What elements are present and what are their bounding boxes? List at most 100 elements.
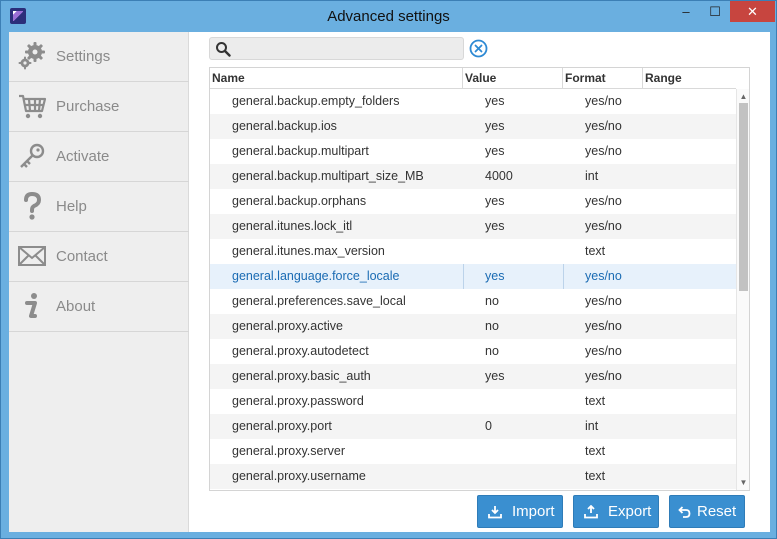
- cell-value: yes: [485, 144, 505, 158]
- import-button-label: Import: [512, 503, 555, 520]
- sidebar-item-label: Help: [56, 198, 87, 215]
- column-separator: [563, 264, 564, 289]
- table-row[interactable]: general.proxy.password text: [210, 389, 736, 414]
- question-icon: [24, 191, 42, 220]
- cell-value: 4000: [485, 169, 513, 183]
- search-box[interactable]: [209, 37, 464, 60]
- cell-format: yes/no: [585, 119, 622, 133]
- cell-name: general.itunes.lock_itl: [232, 219, 353, 233]
- cell-name: general.backup.ios: [232, 119, 337, 133]
- table-row[interactable]: general.language.force_locale yes yes/no: [210, 264, 736, 289]
- scroll-down-icon[interactable]: ▼: [738, 477, 749, 488]
- cell-format: int: [585, 169, 599, 183]
- cell-name: general.backup.multipart: [232, 144, 369, 158]
- cell-range: [645, 239, 725, 264]
- cell-value: yes: [485, 94, 505, 108]
- scroll-thumb[interactable]: [739, 103, 748, 291]
- table-row[interactable]: general.proxy.port 0 int: [210, 414, 736, 439]
- search-input[interactable]: [236, 40, 460, 57]
- sidebar-item-label: Activate: [56, 148, 110, 165]
- sidebar-item-label: About: [56, 298, 96, 315]
- cell-format: yes/no: [585, 269, 622, 283]
- cell-format: text: [585, 244, 606, 258]
- cell-value: 0: [485, 419, 492, 433]
- export-button[interactable]: Export: [573, 495, 659, 528]
- cell-range: [645, 289, 725, 314]
- minimize-button[interactable]: –: [671, 1, 701, 22]
- main-panel: Name Value Format Range general.backup.e…: [190, 32, 770, 532]
- cell-value: yes: [485, 269, 505, 283]
- maximize-button[interactable]: ☐: [701, 1, 729, 22]
- sidebar-item-activate[interactable]: Activate: [9, 132, 189, 182]
- table-header: Name Value Format Range: [210, 68, 736, 89]
- cell-format: yes/no: [585, 319, 622, 333]
- table-row[interactable]: general.backup.empty_folders yes yes/no: [210, 89, 736, 114]
- sidebar-item-purchase[interactable]: Purchase: [9, 82, 189, 132]
- cell-name: general.proxy.active: [232, 319, 343, 333]
- reset-button-label: Reset: [697, 503, 737, 520]
- table-row[interactable]: general.itunes.max_version text: [210, 239, 736, 264]
- cell-name: general.proxy.server: [232, 444, 346, 458]
- cell-format: text: [585, 444, 606, 458]
- column-header-value[interactable]: Value: [463, 68, 563, 88]
- cell-name: general.proxy.password: [232, 394, 364, 408]
- cell-value: [485, 239, 565, 264]
- clear-search-icon[interactable]: [469, 39, 488, 58]
- info-icon: [25, 293, 37, 318]
- sidebar: Settings Purchase Activate Help Contact …: [9, 32, 189, 532]
- cell-name: general.backup.empty_folders: [232, 94, 400, 108]
- cell-range: [645, 339, 725, 364]
- envelope-icon: [18, 246, 46, 266]
- export-button-label: Export: [608, 503, 652, 520]
- table-row[interactable]: general.backup.multipart yes yes/no: [210, 139, 736, 164]
- reset-button[interactable]: Reset: [669, 495, 745, 528]
- cell-range: [645, 389, 725, 414]
- table-row[interactable]: general.proxy.active no yes/no: [210, 314, 736, 339]
- cell-name: general.backup.multipart_size_MB: [232, 169, 424, 183]
- table-row[interactable]: general.proxy.basic_auth yes yes/no: [210, 364, 736, 389]
- table-row[interactable]: general.proxy.username text: [210, 464, 736, 489]
- column-header-name[interactable]: Name: [210, 68, 463, 88]
- import-icon: [488, 506, 502, 519]
- search-icon: [216, 42, 231, 57]
- table-row[interactable]: general.backup.orphans yes yes/no: [210, 189, 736, 214]
- cell-range: [645, 264, 725, 289]
- import-button[interactable]: Import: [477, 495, 563, 528]
- close-button[interactable]: ✕: [730, 1, 775, 22]
- column-header-range[interactable]: Range: [643, 68, 736, 88]
- key-icon: [20, 143, 45, 168]
- cell-name: general.proxy.username: [232, 469, 366, 483]
- cell-name: general.proxy.port: [232, 419, 332, 433]
- table-row[interactable]: general.proxy.autodetect no yes/no: [210, 339, 736, 364]
- table-row[interactable]: general.itunes.lock_itl yes yes/no: [210, 214, 736, 239]
- sidebar-item-help[interactable]: Help: [9, 182, 189, 232]
- sidebar-item-label: Purchase: [56, 98, 120, 115]
- cell-name: general.proxy.basic_auth: [232, 369, 371, 383]
- cell-range: [645, 189, 725, 214]
- cell-format: text: [585, 469, 606, 483]
- undo-icon: [678, 506, 691, 518]
- cell-range: [645, 414, 725, 439]
- table-row[interactable]: general.backup.multipart_size_MB 4000 int: [210, 164, 736, 189]
- cell-value: no: [485, 319, 499, 333]
- table-row[interactable]: general.proxy.server text: [210, 439, 736, 464]
- sidebar-item-about[interactable]: About: [9, 282, 189, 332]
- column-header-format[interactable]: Format: [563, 68, 643, 88]
- cell-name: general.backup.orphans: [232, 194, 367, 208]
- table-row[interactable]: general.preferences.save_local no yes/no: [210, 289, 736, 314]
- cell-value: no: [485, 344, 499, 358]
- cell-name: general.language.force_locale: [232, 269, 400, 283]
- cell-format: yes/no: [585, 344, 622, 358]
- cell-value: no: [485, 294, 499, 308]
- cell-value: yes: [485, 219, 505, 233]
- cell-format: yes/no: [585, 144, 622, 158]
- scroll-up-icon[interactable]: ▲: [738, 91, 749, 102]
- table-row[interactable]: general.backup.ios yes yes/no: [210, 114, 736, 139]
- cell-name: general.preferences.save_local: [232, 294, 406, 308]
- sidebar-item-settings[interactable]: Settings: [9, 32, 189, 82]
- sidebar-item-contact[interactable]: Contact: [9, 232, 189, 282]
- cell-format: yes/no: [585, 94, 622, 108]
- title-bar[interactable]: Advanced settings – ☐ ✕: [1, 1, 776, 32]
- vertical-scrollbar[interactable]: ▲ ▼: [736, 89, 749, 490]
- cell-format: yes/no: [585, 219, 622, 233]
